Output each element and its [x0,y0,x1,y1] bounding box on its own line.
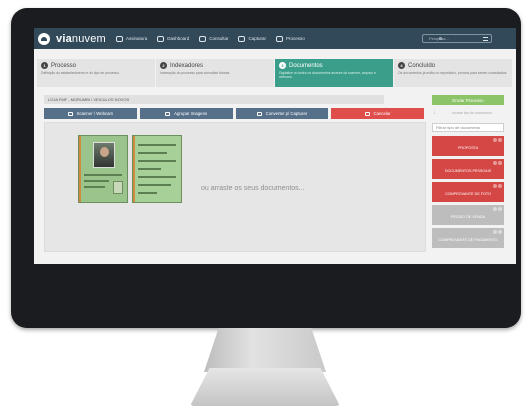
nav-item-assinatura[interactable]: Assinatura [115,35,148,42]
search-input[interactable]: Pesquisa... [422,34,492,43]
process-icon [276,35,283,42]
drag-hint: Arraste tipo de documento [452,111,492,115]
screen: vianuvem Assinatura Dashboard Consultar … [34,28,516,264]
document-toolbar: Scanner / Webcam Agrupar Imagens Convert… [44,108,424,119]
text-line [138,160,176,162]
cloud-logo-icon [38,32,50,45]
document-flag [133,136,135,202]
logo-suffix: nuvem [71,32,106,45]
text-line [84,186,105,188]
category-pedido-venda[interactable]: PEDIDO DE VENDA [432,205,504,225]
text-line [138,184,171,186]
category-comprovante-foto[interactable]: COMPROVANTE DE FOTO [432,182,504,202]
dropzone-hint: ou arraste os seus documentos... [201,185,305,192]
id-photo-image [93,142,115,168]
capture-icon [238,35,246,42]
button-label: Scanner / Webcam [76,111,114,116]
step-head: 1 Processo [41,62,151,69]
category-actions [493,161,502,165]
step-head: 3 Documentos [279,62,389,69]
category-actions [493,207,502,211]
text-line [138,152,167,154]
step-description: Definição do estabelecimento e do tipo d… [41,71,120,75]
scanner-webcam-button[interactable]: Scanner / Webcam [44,108,137,119]
convert-capture-button[interactable]: Converter p/ Capturar [235,108,329,119]
signature-icon [115,35,123,42]
group-icon [165,111,171,116]
step-title: Documentos [289,62,323,69]
document-flag [79,136,81,202]
step-number: 1 [41,62,48,69]
button-label: Agrupar Imagens [174,111,208,116]
text-line [138,168,161,170]
nav-item-capturar[interactable]: Capturar [238,35,266,42]
nav-item-dashboard[interactable]: Dashboard [157,35,190,42]
document-thumbnail-id-front[interactable] [78,135,128,203]
nav-label: Processo [286,36,305,41]
document-dropzone[interactable]: ou arraste os seus documentos... [44,122,426,252]
text-line [138,192,157,194]
cancel-button[interactable]: Cancelar [331,108,424,119]
stamp-image [113,181,123,194]
document-type-filter-input[interactable]: Filtrar tipo de documento [432,123,504,132]
button-label: Cancelar [373,111,391,116]
nav-label: Consultar [209,36,229,41]
category-documentos-pessoais[interactable]: DOCUMENTOS PESSOAIS [432,159,504,179]
convert-icon [256,111,262,116]
text-line [138,144,176,146]
step-number: 3 [279,62,286,69]
arrow-down-icon: ↓ [433,110,436,116]
text-line [84,174,122,176]
nav-item-consultar[interactable]: Consultar [199,35,229,42]
step-concluido[interactable]: 4 Concluído Os documentos já estão no re… [394,59,513,87]
step-number: 2 [160,62,167,69]
step-head: 4 Concluído [398,62,508,69]
logo[interactable]: vianuvem [38,32,106,45]
category-actions [493,230,502,234]
step-title: Processo [51,62,77,69]
category-comprovante-pagamento[interactable]: COMPROVANTE DE PAGAMENTO [432,228,504,248]
wizard-steps: 1 Processo Definição do estabelecimento … [37,59,513,87]
logo-text: vianuvem [56,33,106,45]
group-images-button[interactable]: Agrupar Imagens [139,108,233,119]
menu-icon[interactable] [483,37,488,41]
step-documentos[interactable]: 3 Documentos Digitalize ou insira os doc… [275,59,394,87]
nav-item-processo[interactable]: Processo [276,35,305,42]
consult-icon [199,35,207,42]
send-process-button[interactable]: Enviar Processo [432,95,504,105]
text-line [138,176,176,178]
step-description: Digitalize ou insira os documentos atrav… [279,71,376,79]
step-title: Concluído [408,62,436,69]
scanner-icon [67,111,73,116]
text-line [84,180,109,182]
document-thumbnail-id-back[interactable] [132,135,182,203]
step-title: Indexadores [170,62,204,69]
button-label: Converter p/ Capturar [265,111,308,116]
dashboard-icon [157,35,165,42]
category-label: PROPOSTA [457,145,479,150]
monitor-neck [204,328,326,372]
category-label: DOCUMENTOS PESSOAIS [444,168,492,173]
step-number: 4 [398,62,405,69]
nav-label: Dashboard [167,36,190,41]
category-label: COMPROVANTE DE PAGAMENTO [438,237,498,242]
monitor-base [190,368,340,406]
nav-label: Capturar [248,36,266,41]
category-label: PEDIDO DE VENDA [450,214,485,219]
top-navbar: vianuvem Assinatura Dashboard Consultar … [34,28,516,49]
category-actions [493,184,502,188]
logo-prefix: via [56,32,72,45]
step-indexadores[interactable]: 2 Indexadores Indexação do processo para… [156,59,275,87]
breadcrumb: LOJA FMF - MORUMBI / VEICULOS NOVOS [44,95,384,104]
step-head: 2 Indexadores [160,62,270,69]
category-label: COMPROVANTE DE FOTO [445,191,491,196]
step-description: Os documentos já estão no repositório, p… [398,71,508,75]
category-actions [493,138,502,142]
nav-label: Assinatura [125,36,148,41]
button-label: Enviar Processo [452,97,484,103]
category-proposta[interactable]: PROPOSTA [432,136,504,156]
close-icon [364,111,370,116]
step-processo[interactable]: 1 Processo Definição do estabelecimento … [37,59,156,87]
step-description: Indexação do processo para consultas fut… [160,71,231,75]
